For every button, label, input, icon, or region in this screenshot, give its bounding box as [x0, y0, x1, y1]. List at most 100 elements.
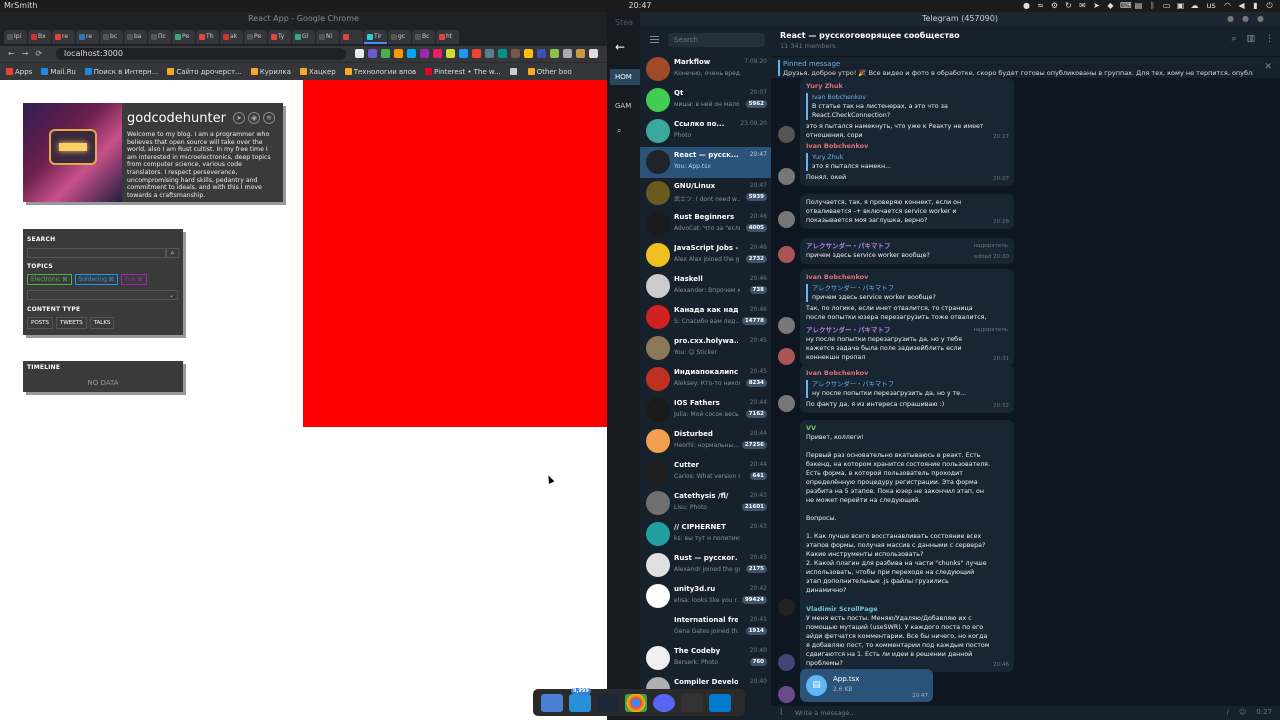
- message-author[interactable]: VV: [806, 424, 1008, 433]
- chat-message[interactable]: Ivan Bobchenkov Yury Zhuk это я пытался на…: [800, 138, 1014, 186]
- browser-tab[interactable]: bc: [100, 30, 123, 44]
- chat-list-item[interactable]: Disturbed 20:44 Heorhi: нормальны... 27256: [640, 426, 771, 457]
- chat-list-item[interactable]: unity3d.ru 20:42 elisa: looks like you r..…: [640, 581, 771, 612]
- extension-icon[interactable]: [550, 49, 559, 58]
- cloud-tray-icon[interactable]: ☁: [1190, 0, 1199, 12]
- discord-app-icon[interactable]: [653, 694, 675, 712]
- power-tray-icon[interactable]: ⏻: [1265, 0, 1274, 12]
- message-input[interactable]: Write a message...: [795, 709, 856, 717]
- avatar[interactable]: [778, 599, 795, 616]
- avatar[interactable]: [778, 126, 795, 143]
- telegram-app-icon[interactable]: 9,999: [569, 688, 591, 712]
- avatar[interactable]: [778, 211, 795, 228]
- chat-list-item[interactable]: pro.cxx.holywa... 20:45 You: 😊 Sticker: [640, 333, 771, 364]
- extension-icon[interactable]: [420, 49, 429, 58]
- menu-icon[interactable]: [589, 49, 598, 58]
- chat-list-item[interactable]: Rust Beginners 20:46 AdvoCat: Что за "если…: [640, 209, 771, 240]
- message-author[interactable]: Ivan Bobchenkov: [806, 142, 1008, 151]
- chat-list-item[interactable]: Qt 20:07 мишa: в ней он мало... 5962: [640, 85, 771, 116]
- browser-tab[interactable]: ak: [220, 30, 243, 44]
- search-input[interactable]: [27, 248, 166, 258]
- chat-message[interactable]: アレクサンダー・パキマトフ надиратель ну после попытки …: [800, 322, 1014, 366]
- chat-title[interactable]: React — русскоговорящее сообщество: [780, 31, 960, 40]
- chat-search-input[interactable]: Search: [668, 33, 765, 47]
- bookmark-item[interactable]: Сайто дрочерст...: [167, 68, 242, 76]
- search-icon[interactable]: ⌕: [166, 248, 179, 258]
- discord-tray-icon[interactable]: ◆: [1106, 0, 1115, 12]
- extension-icon[interactable]: [394, 49, 403, 58]
- network-tray-icon[interactable]: ≈: [1036, 0, 1045, 12]
- file-message[interactable]: ▤ App.tsx 2.6 KB 20:47: [800, 669, 933, 702]
- sync-tray-icon[interactable]: ↻: [1064, 0, 1073, 12]
- display-tray-icon[interactable]: ▭: [1162, 0, 1171, 12]
- topic-chip[interactable]: Electronic ⊠: [27, 274, 72, 285]
- chat-list-item[interactable]: International freel... 20:41 Gena Gates jo…: [640, 612, 771, 643]
- address-bar[interactable]: localhost:3000: [56, 48, 346, 60]
- chat-list-item[interactable]: GNU/Linux 20:47 武士ツ: I dont need w... 5939: [640, 178, 771, 209]
- chat-message[interactable]: Vladimir ScrollPage У меня есть посты. Ме…: [800, 601, 1014, 672]
- reply-quote[interactable]: アレクサンダー・パキマトフ причем здесь service worker…: [806, 284, 1008, 302]
- message-author[interactable]: Ivan Bobchenkov: [806, 273, 1008, 282]
- extension-icon[interactable]: [498, 49, 507, 58]
- volume-tray-icon[interactable]: ◀: [1237, 0, 1246, 12]
- chat-message[interactable]: Ivan Bobchenkov アレクサンダー・パキマトフ ну после поп…: [800, 365, 1014, 413]
- extension-icon[interactable]: [472, 49, 481, 58]
- pinned-message[interactable]: Pinned message Друзья, доброе утро! 🎉 Вс…: [771, 56, 1280, 78]
- browser-tab[interactable]: Пс: [148, 30, 171, 44]
- extension-icon[interactable]: [446, 49, 455, 58]
- files-app-icon[interactable]: [541, 694, 563, 712]
- command-icon[interactable]: /: [1227, 708, 1229, 716]
- telegram-link-icon[interactable]: ➤: [233, 112, 245, 124]
- bookmark-item[interactable]: [509, 68, 519, 76]
- browser-tab[interactable]: Pe: [172, 30, 195, 44]
- rss-link-icon[interactable]: ≋: [263, 112, 275, 124]
- chat-list-item[interactable]: Catethysis /fl/20:43 Lisu: Photo 21601: [640, 488, 771, 519]
- message-author[interactable]: Vladimir ScrollPage: [806, 605, 1008, 614]
- avatar[interactable]: [778, 168, 795, 185]
- hamburger-menu-icon[interactable]: [650, 36, 659, 43]
- extension-icon[interactable]: [524, 49, 533, 58]
- telegram-tray-icon[interactable]: ➤: [1092, 0, 1101, 12]
- browser-tab[interactable]: Bx: [28, 30, 51, 44]
- emoji-icon[interactable]: ☺: [1239, 708, 1246, 716]
- extension-icon[interactable]: [368, 49, 377, 58]
- lock-tray-icon[interactable]: ▣: [1176, 0, 1185, 12]
- reply-quote[interactable]: アレクサンダー・パキマトフ ну после попытки перезагруз…: [806, 380, 1008, 398]
- bookmark-item[interactable]: Курилка: [250, 68, 291, 76]
- chat-list-item[interactable]: Канада как надо ... 20:46 S: Спасибо вам л…: [640, 302, 771, 333]
- browser-tab[interactable]: Ni: [316, 30, 339, 44]
- topic-chip[interactable]: Fun ⊠: [120, 274, 147, 285]
- browser-tab[interactable]: ba: [124, 30, 147, 44]
- content-type-button[interactable]: POSTS: [27, 317, 53, 329]
- browser-tab[interactable]: Gl: [292, 30, 315, 44]
- bookmark-star-icon[interactable]: [355, 49, 364, 58]
- steam-games-tab[interactable]: GAM: [615, 102, 631, 110]
- browser-tab[interactable]: Ty: [268, 30, 291, 44]
- avatar[interactable]: [778, 348, 795, 365]
- terminal-app-icon[interactable]: [681, 694, 703, 712]
- content-type-button[interactable]: TALKS: [89, 317, 115, 329]
- steam-app-icon[interactable]: [597, 694, 619, 712]
- mail-tray-icon[interactable]: ✉: [1078, 0, 1087, 12]
- bookmark-item[interactable]: Apps: [6, 68, 32, 76]
- chat-list-item[interactable]: Haskell 20:46 Alexander: Впрочем к... 738: [640, 271, 771, 302]
- attach-icon[interactable]: ⌇: [779, 708, 783, 718]
- bookmark-item[interactable]: Поиск в Интерн...: [84, 68, 158, 76]
- topic-chip[interactable]: Soldering ⊠: [74, 274, 118, 285]
- steam-home-tab[interactable]: HOM: [610, 69, 640, 85]
- message-author[interactable]: Ivan Bobchenkov: [806, 369, 1008, 378]
- browser-tab[interactable]: Bc: [412, 30, 435, 44]
- browser-tab[interactable]: re: [52, 30, 75, 44]
- chat-list-item[interactable]: Ссылко по... 23.09.20 Photo: [640, 116, 771, 147]
- bookmark-item[interactable]: Хацкер: [299, 68, 336, 76]
- back-arrow-icon[interactable]: ←: [615, 40, 625, 54]
- chat-list-item[interactable]: React — русск... 20:47 You: App.tsx: [640, 147, 771, 178]
- browser-tab[interactable]: [340, 30, 363, 44]
- avatar[interactable]: [778, 686, 795, 703]
- keyboard-tray-icon[interactable]: ⌨: [1120, 0, 1132, 12]
- bookmark-item[interactable]: Pinterest • The w...: [425, 68, 501, 76]
- topic-select[interactable]: ⌄: [27, 290, 178, 300]
- chat-message[interactable]: Yury Zhuk Ivan Bobchenkov В статье так на …: [800, 78, 1014, 144]
- bookmark-item[interactable]: Технологии впов: [344, 68, 416, 76]
- github-link-icon[interactable]: ◉: [248, 112, 260, 124]
